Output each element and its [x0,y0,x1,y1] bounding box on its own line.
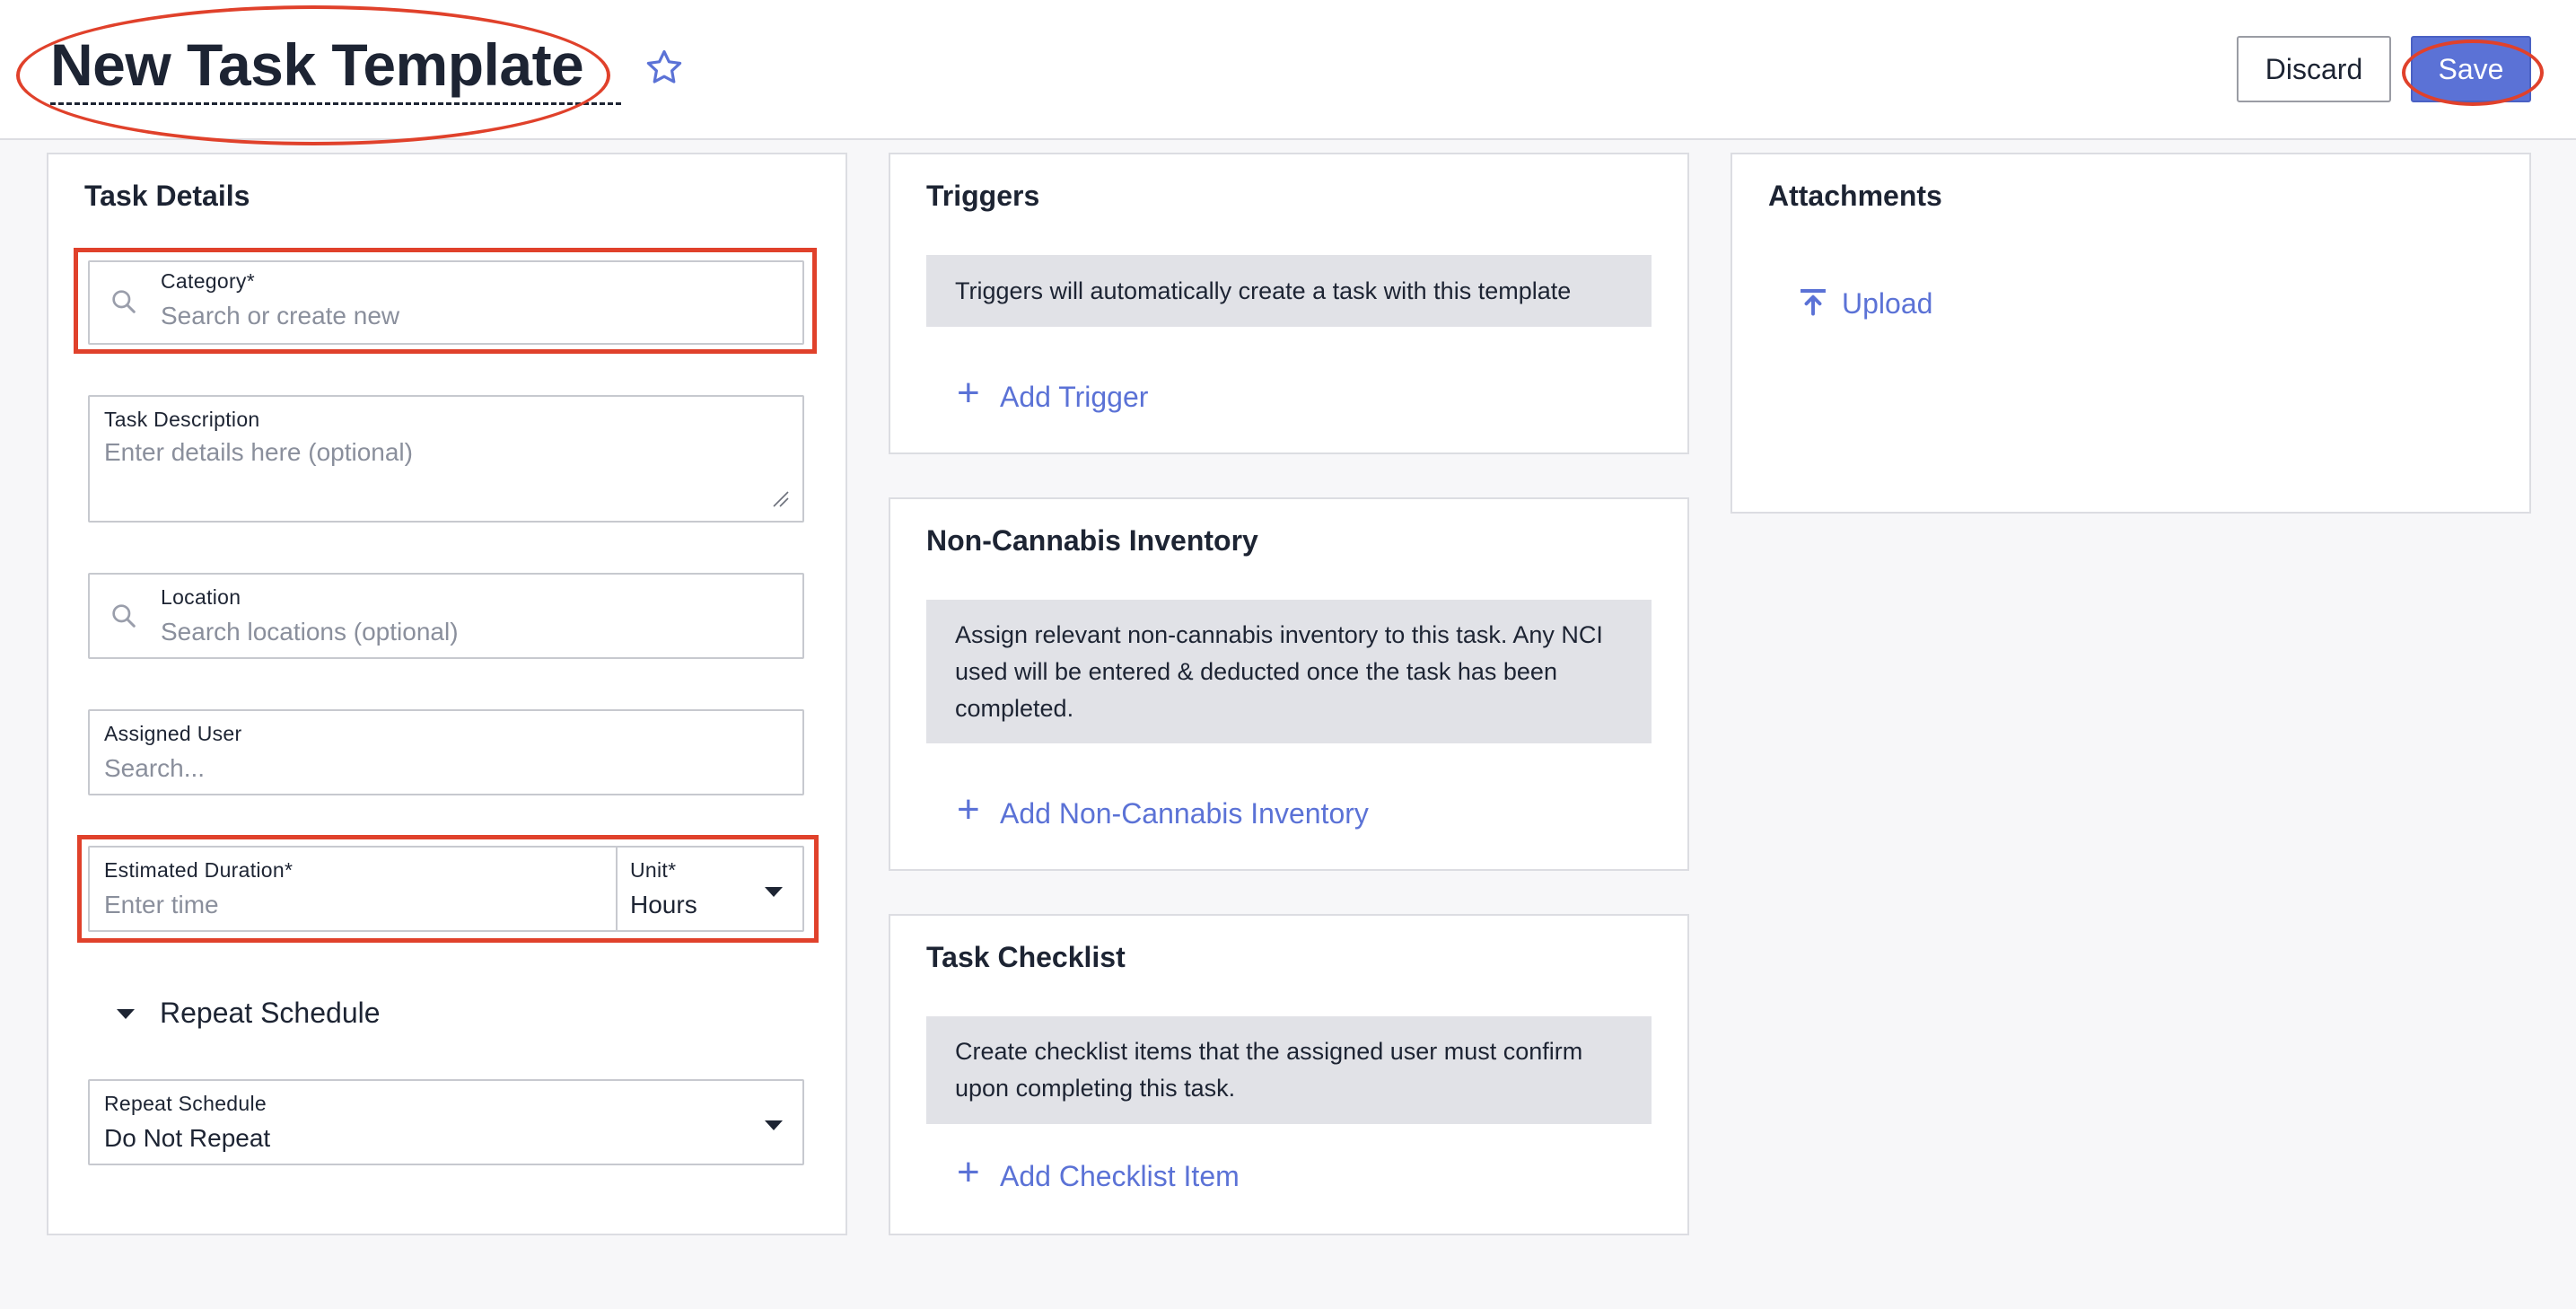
caret-down-icon[interactable] [765,1120,783,1130]
nci-heading: Non-Cannabis Inventory [926,524,1258,557]
search-icon [110,602,138,630]
add-nci-button[interactable]: Add Non-Cannabis Inventory [1000,797,1369,830]
add-trigger-button[interactable]: Add Trigger [1000,381,1148,414]
triggers-info-text: Triggers will automatically create a tas… [955,277,1572,304]
duration-highlight-box [77,835,819,943]
caret-down-icon[interactable] [117,1009,135,1019]
location-label: Location [161,585,241,609]
repeat-schedule-toggle[interactable]: Repeat Schedule [160,997,381,1030]
triggers-info-box: Triggers will automatically create a tas… [926,255,1652,327]
triggers-heading: Triggers [926,180,1040,212]
favorite-star-icon[interactable] [643,47,686,90]
assigned-user-label: Assigned User [104,722,242,745]
add-checklist-item-button[interactable]: Add Checklist Item [1000,1160,1240,1193]
repeat-schedule-label: Repeat Schedule [104,1092,267,1115]
location-placeholder[interactable]: Search locations (optional) [161,618,459,646]
checklist-info-text: Create checklist items that the assigned… [955,1038,1583,1102]
upload-icon[interactable] [1797,286,1829,318]
save-highlight-oval [2402,40,2544,106]
checklist-heading: Task Checklist [926,941,1126,973]
plus-icon[interactable]: + [957,1153,980,1192]
title-highlight-oval [16,5,610,145]
task-description-placeholder[interactable]: Enter details here (optional) [104,438,413,467]
nci-info-box: Assign relevant non-cannabis inventory t… [926,600,1652,743]
attachments-heading: Attachments [1768,180,1942,212]
discard-button[interactable]: Discard [2237,36,2391,102]
assigned-user-placeholder[interactable]: Search... [104,754,205,783]
plus-icon[interactable]: + [957,373,980,413]
plus-icon[interactable]: + [957,790,980,830]
resize-handle-icon[interactable] [770,488,790,508]
checklist-info-box: Create checklist items that the assigned… [926,1016,1652,1124]
category-highlight-box [74,248,817,354]
nci-info-text: Assign relevant non-cannabis inventory t… [955,620,1603,722]
upload-button[interactable]: Upload [1842,287,1932,321]
repeat-schedule-value[interactable]: Do Not Repeat [104,1124,270,1153]
task-details-heading: Task Details [84,180,250,212]
task-description-label: Task Description [104,408,260,431]
